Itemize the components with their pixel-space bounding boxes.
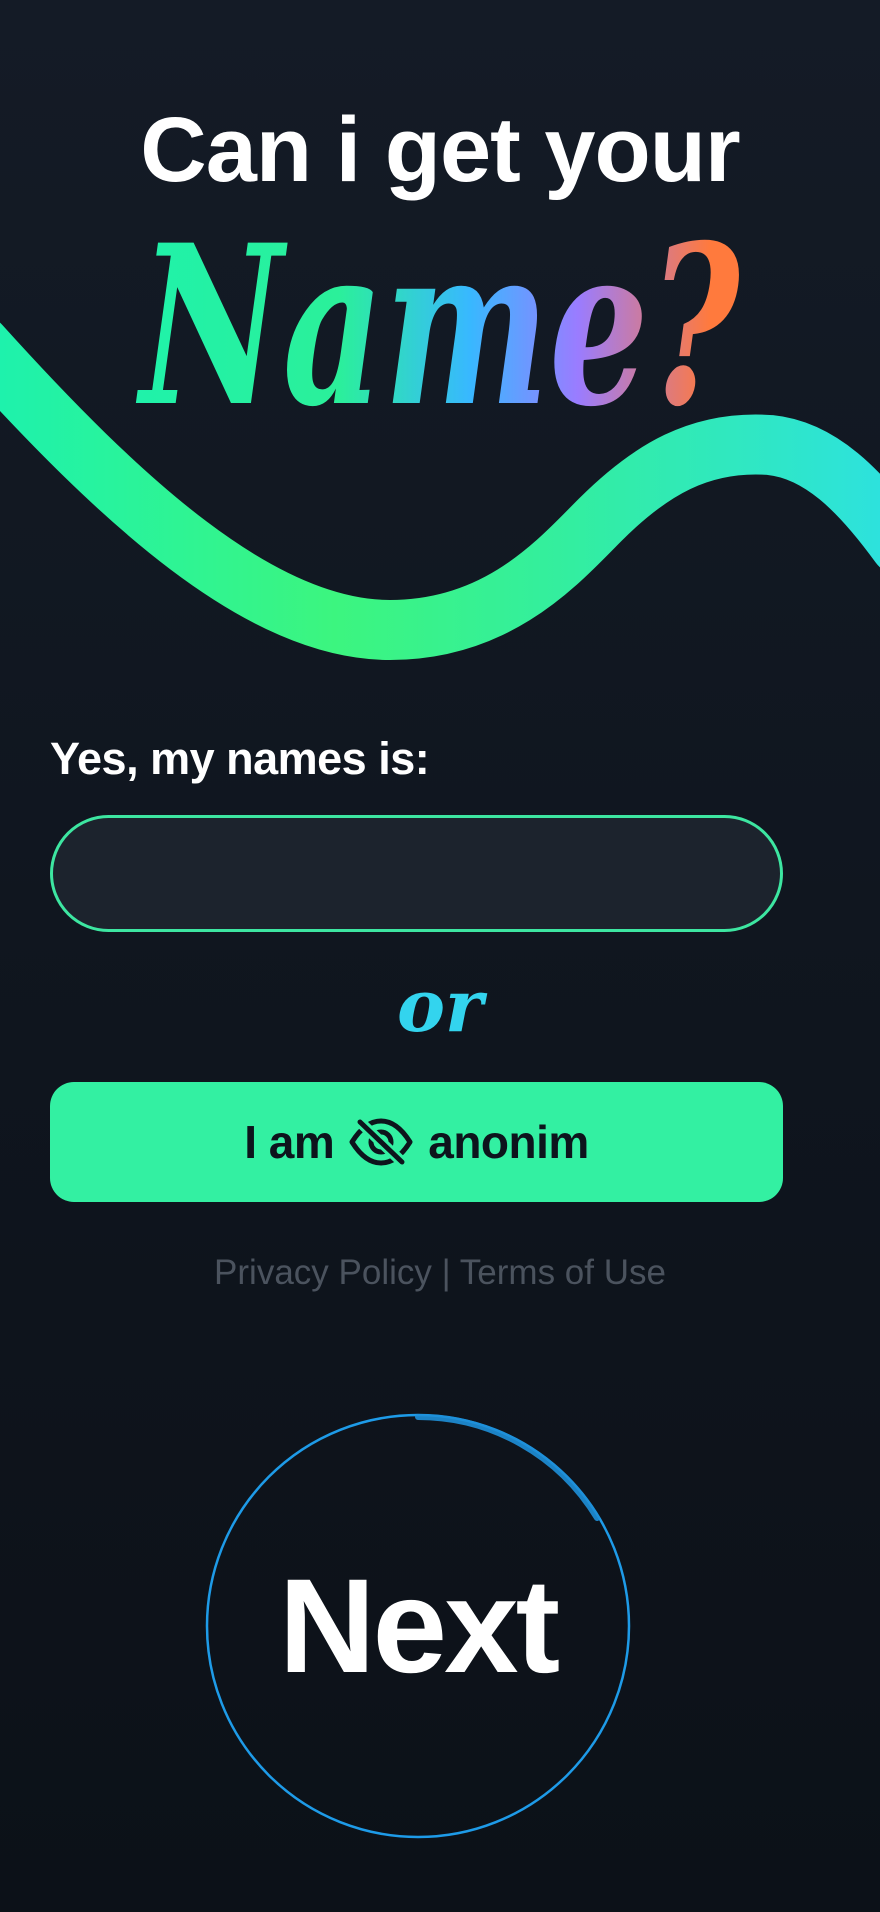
name-input[interactable]: [50, 815, 783, 932]
terms-of-use-link[interactable]: Terms of Use: [460, 1253, 666, 1292]
name-entry-screen: Can i get your Name? Yes, my names is: o…: [0, 0, 880, 1912]
anonymous-button-prefix: I am: [244, 1116, 335, 1168]
legal-separator: |: [441, 1253, 451, 1292]
legal-links: Privacy Policy | Terms of Use: [0, 1253, 880, 1293]
or-divider: or: [397, 963, 483, 1048]
eye-off-icon: [349, 1117, 413, 1167]
privacy-policy-link[interactable]: Privacy Policy: [214, 1253, 432, 1292]
title-name: Name?: [136, 196, 742, 430]
title-name-text: Name?: [136, 196, 742, 430]
next-button-label: Next: [278, 1551, 560, 1701]
name-field-label: Yes, my names is:: [50, 733, 430, 784]
anonymous-button-suffix: anonim: [428, 1116, 589, 1168]
next-button[interactable]: Next: [205, 1413, 631, 1839]
headline-line1: Can i get your: [140, 99, 740, 201]
anonymous-button[interactable]: I am anonim: [50, 1082, 783, 1202]
